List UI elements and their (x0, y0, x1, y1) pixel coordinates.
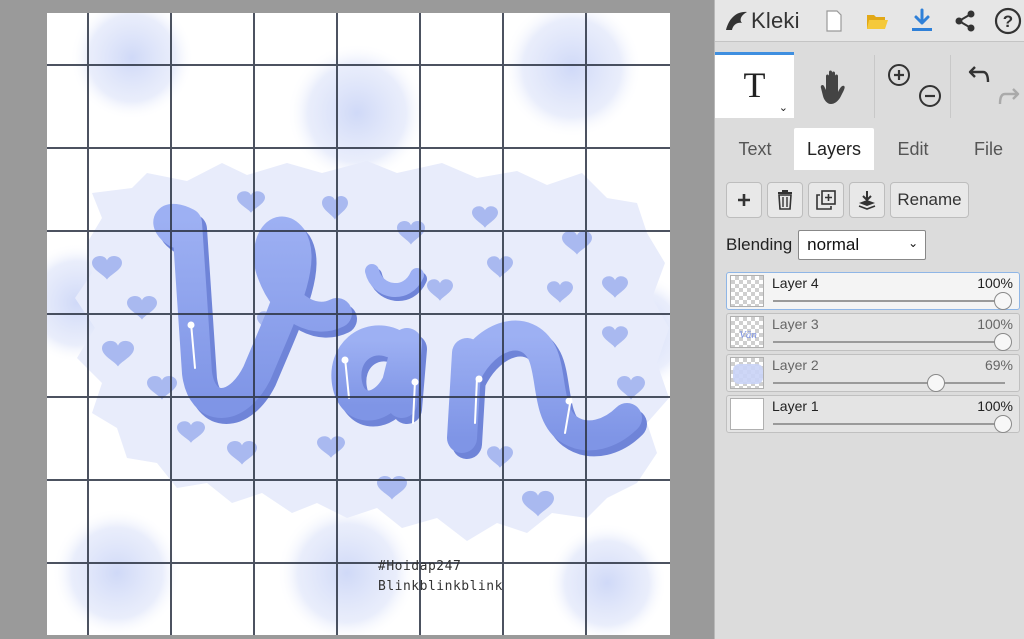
layer-item-3[interactable]: Văn Layer 3 100% (726, 313, 1020, 351)
opacity-slider-knob[interactable] (994, 415, 1012, 433)
undo-icon[interactable] (967, 64, 993, 86)
artwork-canvas[interactable]: #Hoidap247 Blinkblinkblink (47, 13, 670, 635)
tab-layers[interactable]: Layers (794, 128, 874, 170)
text-tool-button[interactable]: T ⌄ (715, 52, 794, 118)
top-bar: Kleki ? (715, 0, 1024, 42)
layers-panel: Rename Blending normal ⌄ Layer 4 100% Vă… (715, 170, 1024, 639)
tab-text[interactable]: Text (718, 128, 792, 170)
canvas-area[interactable]: #Hoidap247 Blinkblinkblink (0, 0, 714, 639)
share-icon (955, 10, 975, 32)
share-button[interactable] (948, 4, 982, 38)
duplicate-icon (816, 190, 836, 210)
opacity-slider-track[interactable] (773, 423, 1005, 425)
layer-item-2[interactable]: Layer 2 69% (726, 354, 1020, 392)
layer-thumbnail (730, 275, 764, 307)
app-name: Kleki (751, 8, 800, 33)
opacity-slider-knob[interactable] (994, 292, 1012, 310)
zoom-in-icon[interactable] (887, 63, 911, 87)
layer-opacity: 69% (984, 357, 1013, 373)
download-icon (912, 8, 932, 31)
new-image-button[interactable] (817, 4, 851, 38)
open-folder-icon (867, 15, 888, 29)
tab-edit[interactable]: Edit (874, 128, 952, 170)
layer-item-1[interactable]: Layer 1 100% (726, 395, 1020, 433)
undo-redo-controls (950, 55, 1024, 118)
layer-name: Layer 2 (772, 357, 819, 373)
redo-icon[interactable] (995, 86, 1021, 108)
svg-text:Văn: Văn (739, 329, 757, 341)
new-image-icon (826, 10, 842, 32)
delete-layer-button[interactable] (767, 182, 803, 218)
layer-name: Layer 4 (772, 275, 819, 291)
text-tool-icon: T (743, 64, 766, 105)
layer-name: Layer 1 (772, 398, 819, 414)
duplicate-layer-button[interactable] (808, 182, 844, 218)
layer-opacity: 100% (977, 275, 1013, 291)
hand-icon (820, 70, 845, 104)
kleki-logo[interactable]: Kleki (723, 6, 800, 36)
layer-name: Layer 3 (772, 316, 819, 332)
zoom-controls (874, 55, 950, 118)
hand-tool-button[interactable] (794, 55, 874, 118)
help-icon: ? (994, 7, 1022, 35)
kleki-logo-icon (726, 11, 747, 30)
merge-down-button[interactable] (849, 182, 885, 218)
help-button[interactable]: ? (991, 4, 1024, 38)
chevron-down-icon: ⌄ (908, 236, 919, 250)
layer-item-4[interactable]: Layer 4 100% (726, 272, 1020, 310)
rename-layer-button[interactable]: Rename (890, 182, 969, 218)
layer-opacity: 100% (977, 316, 1013, 332)
opacity-slider-knob[interactable] (927, 374, 945, 392)
merge-down-icon (858, 191, 876, 210)
blending-row: Blending normal ⌄ (726, 230, 927, 260)
blending-label: Blending (726, 235, 793, 254)
tool-row: T ⌄ (715, 52, 1024, 118)
download-button[interactable] (905, 4, 939, 38)
blending-select[interactable]: normal ⌄ (798, 230, 927, 260)
layer-thumbnail: Văn (730, 316, 764, 348)
add-layer-button[interactable] (726, 182, 762, 218)
side-panel: Kleki ? T ⌄ Text Layers Edit File Rename… (714, 0, 1024, 639)
caption-hashtag: #Hoidap247 (378, 559, 462, 574)
open-file-button[interactable] (860, 4, 894, 38)
opacity-slider-track[interactable] (773, 382, 1005, 384)
layer-thumbnail (730, 398, 764, 430)
panel-tabs: Text Layers Edit File (715, 128, 1024, 170)
svg-text:?: ? (1003, 12, 1013, 31)
opacity-slider-track[interactable] (773, 300, 1005, 302)
tab-file[interactable]: File (952, 128, 1024, 170)
layer-opacity: 100% (977, 398, 1013, 414)
chevron-down-icon[interactable]: ⌄ (779, 101, 788, 114)
artwork-drawing (47, 13, 670, 635)
opacity-slider-knob[interactable] (994, 333, 1012, 351)
blending-value: normal (807, 235, 860, 254)
trash-icon (778, 190, 792, 210)
zoom-out-icon[interactable] (918, 84, 942, 108)
caption-name: Blinkblinkblink (378, 579, 503, 594)
opacity-slider-track[interactable] (773, 341, 1005, 343)
layer-thumbnail (730, 357, 764, 389)
plus-icon (738, 194, 750, 206)
